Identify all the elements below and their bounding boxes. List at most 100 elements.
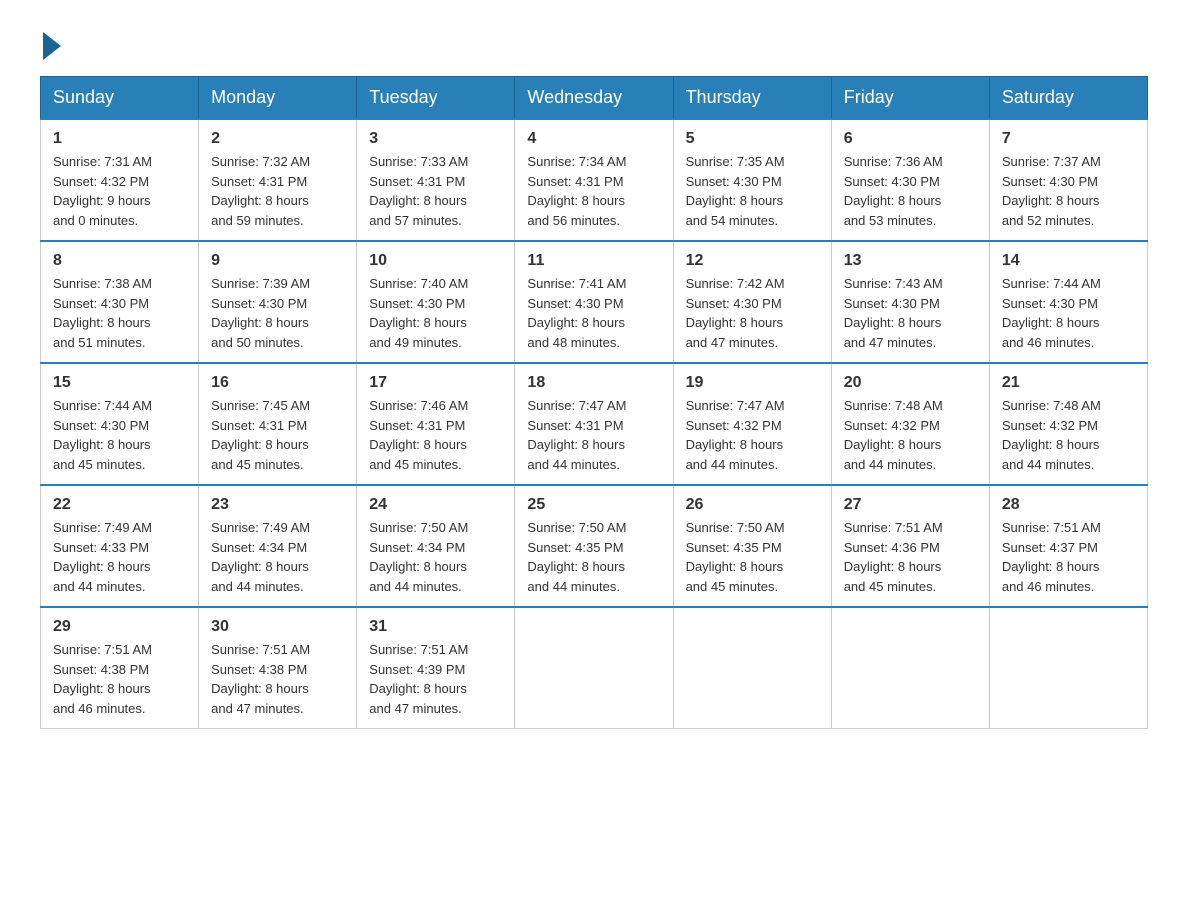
day-info: Sunrise: 7:50 AMSunset: 4:35 PMDaylight:… bbox=[527, 518, 660, 596]
logo bbox=[40, 30, 61, 56]
day-number: 29 bbox=[53, 618, 186, 636]
day-info: Sunrise: 7:34 AMSunset: 4:31 PMDaylight:… bbox=[527, 152, 660, 230]
day-number: 1 bbox=[53, 130, 186, 148]
day-info: Sunrise: 7:46 AMSunset: 4:31 PMDaylight:… bbox=[369, 396, 502, 474]
calendar-cell: 29 Sunrise: 7:51 AMSunset: 4:38 PMDaylig… bbox=[41, 607, 199, 729]
day-info: Sunrise: 7:32 AMSunset: 4:31 PMDaylight:… bbox=[211, 152, 344, 230]
calendar-cell bbox=[989, 607, 1147, 729]
day-info: Sunrise: 7:38 AMSunset: 4:30 PMDaylight:… bbox=[53, 274, 186, 352]
calendar-cell: 28 Sunrise: 7:51 AMSunset: 4:37 PMDaylig… bbox=[989, 485, 1147, 607]
day-info: Sunrise: 7:51 AMSunset: 4:36 PMDaylight:… bbox=[844, 518, 977, 596]
day-info: Sunrise: 7:47 AMSunset: 4:32 PMDaylight:… bbox=[686, 396, 819, 474]
day-number: 27 bbox=[844, 496, 977, 514]
day-info: Sunrise: 7:51 AMSunset: 4:37 PMDaylight:… bbox=[1002, 518, 1135, 596]
day-info: Sunrise: 7:40 AMSunset: 4:30 PMDaylight:… bbox=[369, 274, 502, 352]
day-number: 16 bbox=[211, 374, 344, 392]
calendar-cell: 26 Sunrise: 7:50 AMSunset: 4:35 PMDaylig… bbox=[673, 485, 831, 607]
calendar-cell bbox=[515, 607, 673, 729]
calendar-cell: 7 Sunrise: 7:37 AMSunset: 4:30 PMDayligh… bbox=[989, 119, 1147, 241]
calendar-cell: 23 Sunrise: 7:49 AMSunset: 4:34 PMDaylig… bbox=[199, 485, 357, 607]
calendar-cell: 31 Sunrise: 7:51 AMSunset: 4:39 PMDaylig… bbox=[357, 607, 515, 729]
calendar-cell: 11 Sunrise: 7:41 AMSunset: 4:30 PMDaylig… bbox=[515, 241, 673, 363]
day-number: 15 bbox=[53, 374, 186, 392]
calendar-cell: 22 Sunrise: 7:49 AMSunset: 4:33 PMDaylig… bbox=[41, 485, 199, 607]
calendar-cell: 13 Sunrise: 7:43 AMSunset: 4:30 PMDaylig… bbox=[831, 241, 989, 363]
calendar-cell: 17 Sunrise: 7:46 AMSunset: 4:31 PMDaylig… bbox=[357, 363, 515, 485]
day-number: 14 bbox=[1002, 252, 1135, 270]
calendar-cell: 24 Sunrise: 7:50 AMSunset: 4:34 PMDaylig… bbox=[357, 485, 515, 607]
calendar-cell: 14 Sunrise: 7:44 AMSunset: 4:30 PMDaylig… bbox=[989, 241, 1147, 363]
calendar-cell: 2 Sunrise: 7:32 AMSunset: 4:31 PMDayligh… bbox=[199, 119, 357, 241]
day-info: Sunrise: 7:43 AMSunset: 4:30 PMDaylight:… bbox=[844, 274, 977, 352]
day-info: Sunrise: 7:48 AMSunset: 4:32 PMDaylight:… bbox=[1002, 396, 1135, 474]
day-number: 13 bbox=[844, 252, 977, 270]
calendar-cell: 4 Sunrise: 7:34 AMSunset: 4:31 PMDayligh… bbox=[515, 119, 673, 241]
day-number: 24 bbox=[369, 496, 502, 514]
calendar-cell: 5 Sunrise: 7:35 AMSunset: 4:30 PMDayligh… bbox=[673, 119, 831, 241]
calendar-header-row: SundayMondayTuesdayWednesdayThursdayFrid… bbox=[41, 77, 1148, 120]
day-info: Sunrise: 7:50 AMSunset: 4:34 PMDaylight:… bbox=[369, 518, 502, 596]
calendar-cell: 21 Sunrise: 7:48 AMSunset: 4:32 PMDaylig… bbox=[989, 363, 1147, 485]
page-header bbox=[40, 30, 1148, 56]
calendar-cell: 12 Sunrise: 7:42 AMSunset: 4:30 PMDaylig… bbox=[673, 241, 831, 363]
calendar-table: SundayMondayTuesdayWednesdayThursdayFrid… bbox=[40, 76, 1148, 729]
day-number: 4 bbox=[527, 130, 660, 148]
day-number: 10 bbox=[369, 252, 502, 270]
day-info: Sunrise: 7:36 AMSunset: 4:30 PMDaylight:… bbox=[844, 152, 977, 230]
day-number: 9 bbox=[211, 252, 344, 270]
logo-arrow-icon bbox=[43, 32, 61, 60]
col-header-tuesday: Tuesday bbox=[357, 77, 515, 120]
calendar-cell: 3 Sunrise: 7:33 AMSunset: 4:31 PMDayligh… bbox=[357, 119, 515, 241]
day-number: 6 bbox=[844, 130, 977, 148]
day-number: 17 bbox=[369, 374, 502, 392]
day-info: Sunrise: 7:44 AMSunset: 4:30 PMDaylight:… bbox=[1002, 274, 1135, 352]
day-number: 26 bbox=[686, 496, 819, 514]
day-number: 8 bbox=[53, 252, 186, 270]
calendar-cell: 20 Sunrise: 7:48 AMSunset: 4:32 PMDaylig… bbox=[831, 363, 989, 485]
day-info: Sunrise: 7:33 AMSunset: 4:31 PMDaylight:… bbox=[369, 152, 502, 230]
day-info: Sunrise: 7:51 AMSunset: 4:38 PMDaylight:… bbox=[211, 640, 344, 718]
day-number: 20 bbox=[844, 374, 977, 392]
calendar-cell: 6 Sunrise: 7:36 AMSunset: 4:30 PMDayligh… bbox=[831, 119, 989, 241]
day-number: 30 bbox=[211, 618, 344, 636]
day-info: Sunrise: 7:51 AMSunset: 4:39 PMDaylight:… bbox=[369, 640, 502, 718]
day-number: 28 bbox=[1002, 496, 1135, 514]
calendar-cell bbox=[831, 607, 989, 729]
day-number: 23 bbox=[211, 496, 344, 514]
day-number: 2 bbox=[211, 130, 344, 148]
calendar-cell: 16 Sunrise: 7:45 AMSunset: 4:31 PMDaylig… bbox=[199, 363, 357, 485]
day-number: 31 bbox=[369, 618, 502, 636]
col-header-thursday: Thursday bbox=[673, 77, 831, 120]
calendar-week-row: 15 Sunrise: 7:44 AMSunset: 4:30 PMDaylig… bbox=[41, 363, 1148, 485]
day-info: Sunrise: 7:31 AMSunset: 4:32 PMDaylight:… bbox=[53, 152, 186, 230]
day-info: Sunrise: 7:50 AMSunset: 4:35 PMDaylight:… bbox=[686, 518, 819, 596]
day-info: Sunrise: 7:39 AMSunset: 4:30 PMDaylight:… bbox=[211, 274, 344, 352]
day-number: 25 bbox=[527, 496, 660, 514]
calendar-cell: 27 Sunrise: 7:51 AMSunset: 4:36 PMDaylig… bbox=[831, 485, 989, 607]
day-number: 11 bbox=[527, 252, 660, 270]
calendar-cell: 10 Sunrise: 7:40 AMSunset: 4:30 PMDaylig… bbox=[357, 241, 515, 363]
day-info: Sunrise: 7:45 AMSunset: 4:31 PMDaylight:… bbox=[211, 396, 344, 474]
day-number: 12 bbox=[686, 252, 819, 270]
calendar-week-row: 1 Sunrise: 7:31 AMSunset: 4:32 PMDayligh… bbox=[41, 119, 1148, 241]
col-header-sunday: Sunday bbox=[41, 77, 199, 120]
day-number: 19 bbox=[686, 374, 819, 392]
calendar-cell: 19 Sunrise: 7:47 AMSunset: 4:32 PMDaylig… bbox=[673, 363, 831, 485]
calendar-week-row: 8 Sunrise: 7:38 AMSunset: 4:30 PMDayligh… bbox=[41, 241, 1148, 363]
col-header-monday: Monday bbox=[199, 77, 357, 120]
calendar-week-row: 29 Sunrise: 7:51 AMSunset: 4:38 PMDaylig… bbox=[41, 607, 1148, 729]
day-number: 22 bbox=[53, 496, 186, 514]
day-info: Sunrise: 7:44 AMSunset: 4:30 PMDaylight:… bbox=[53, 396, 186, 474]
day-info: Sunrise: 7:49 AMSunset: 4:33 PMDaylight:… bbox=[53, 518, 186, 596]
day-info: Sunrise: 7:37 AMSunset: 4:30 PMDaylight:… bbox=[1002, 152, 1135, 230]
calendar-cell: 15 Sunrise: 7:44 AMSunset: 4:30 PMDaylig… bbox=[41, 363, 199, 485]
calendar-cell: 9 Sunrise: 7:39 AMSunset: 4:30 PMDayligh… bbox=[199, 241, 357, 363]
calendar-cell: 25 Sunrise: 7:50 AMSunset: 4:35 PMDaylig… bbox=[515, 485, 673, 607]
day-info: Sunrise: 7:35 AMSunset: 4:30 PMDaylight:… bbox=[686, 152, 819, 230]
day-number: 18 bbox=[527, 374, 660, 392]
calendar-cell: 30 Sunrise: 7:51 AMSunset: 4:38 PMDaylig… bbox=[199, 607, 357, 729]
day-info: Sunrise: 7:51 AMSunset: 4:38 PMDaylight:… bbox=[53, 640, 186, 718]
day-number: 3 bbox=[369, 130, 502, 148]
day-info: Sunrise: 7:49 AMSunset: 4:34 PMDaylight:… bbox=[211, 518, 344, 596]
day-number: 7 bbox=[1002, 130, 1135, 148]
